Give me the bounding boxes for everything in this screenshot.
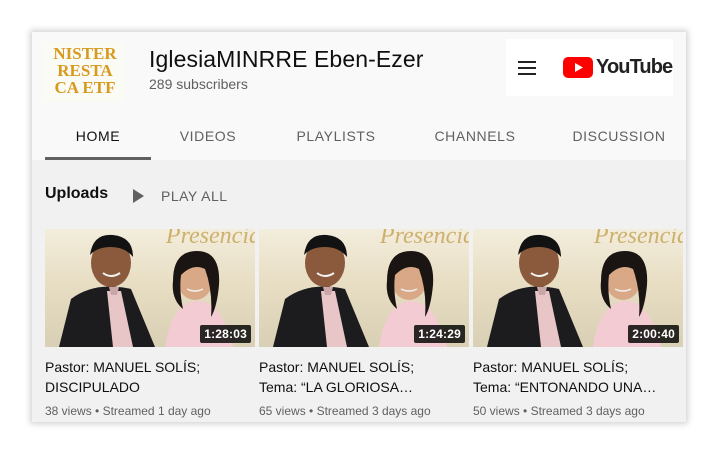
youtube-wordmark: YouTube bbox=[596, 56, 673, 78]
youtube-topbar: YouTube bbox=[506, 39, 673, 96]
meta-separator: • bbox=[95, 404, 100, 418]
video-shelf: Presencia 1:28:03 Pastor: MANUEL SOLÍS; … bbox=[45, 229, 686, 422]
video-title[interactable]: Pastor: MANUEL SOLÍS; DISCIPULADO bbox=[45, 357, 253, 397]
channel-tabs: HOME VIDEOS PLAYLISTS CHANNELS DISCUSSIO… bbox=[32, 116, 686, 160]
streamed-time: Streamed 3 days ago bbox=[530, 404, 645, 418]
video-title-line: Pastor: MANUEL SOLÍS; bbox=[259, 359, 415, 375]
meta-separator: • bbox=[523, 404, 528, 418]
subscriber-count: 289 subscribers bbox=[149, 76, 248, 92]
video-meta: 38 views • Streamed 1 day ago bbox=[45, 404, 255, 418]
channel-header: NISTER RESTA CA ETF IglesiaMINRRE Eben-E… bbox=[32, 32, 686, 160]
tab-videos[interactable]: VIDEOS bbox=[168, 116, 248, 160]
uploads-section: Uploads PLAY ALL Presencia 1:28:03 Pasto… bbox=[32, 160, 686, 422]
streamed-time: Streamed 1 day ago bbox=[102, 404, 211, 418]
video-title-line: Pastor: MANUEL SOLÍS; bbox=[473, 359, 629, 375]
tab-home[interactable]: HOME bbox=[45, 116, 151, 160]
tab-discussion[interactable]: DISCUSSION bbox=[566, 116, 672, 160]
video-title-line: Tema: “LA GLORIOSA… bbox=[259, 379, 414, 395]
video-meta: 65 views • Streamed 3 days ago bbox=[259, 404, 469, 418]
video-title-line: Tema: “ENTONANDO UNA… bbox=[473, 379, 657, 395]
channel-avatar[interactable]: NISTER RESTA CA ETF bbox=[45, 42, 125, 102]
video-thumbnail[interactable]: Presencia 1:24:29 bbox=[259, 229, 469, 347]
tab-playlists[interactable]: PLAYLISTS bbox=[284, 116, 388, 160]
video-thumbnail[interactable]: Presencia 1:28:03 bbox=[45, 229, 255, 347]
play-all-button[interactable]: PLAY ALL bbox=[133, 186, 228, 206]
channel-page: NISTER RESTA CA ETF IglesiaMINRRE Eben-E… bbox=[32, 32, 686, 422]
video-card[interactable]: Presencia 1:28:03 Pastor: MANUEL SOLÍS; … bbox=[45, 229, 255, 422]
video-duration: 2:00:40 bbox=[628, 325, 679, 343]
menu-bar bbox=[518, 73, 536, 75]
video-title[interactable]: Pastor: MANUEL SOLÍS; Tema: “LA GLORIOSA… bbox=[259, 357, 467, 397]
play-icon bbox=[133, 189, 144, 203]
youtube-play-icon bbox=[563, 56, 593, 78]
avatar-text-line: CA ETF bbox=[54, 78, 116, 97]
tab-channels[interactable]: CHANNELS bbox=[425, 116, 525, 160]
view-count: 38 views bbox=[45, 404, 92, 418]
video-title[interactable]: Pastor: MANUEL SOLÍS; Tema: “ENTONANDO U… bbox=[473, 357, 681, 397]
view-count: 50 views bbox=[473, 404, 520, 418]
avatar-text-line: NISTER bbox=[53, 44, 117, 63]
meta-separator: • bbox=[309, 404, 314, 418]
video-meta: 50 views • Streamed 3 days ago bbox=[473, 404, 683, 418]
avatar-text-line: RESTA bbox=[57, 61, 113, 80]
play-all-label: PLAY ALL bbox=[161, 188, 228, 204]
view-count: 65 views bbox=[259, 404, 306, 418]
video-duration: 1:28:03 bbox=[200, 325, 251, 343]
video-card[interactable]: Presencia 2:00:40 Pastor: MANUEL SOLÍS; … bbox=[473, 229, 683, 422]
video-duration: 1:24:29 bbox=[414, 325, 465, 343]
video-card[interactable]: Presencia 1:24:29 Pastor: MANUEL SOLÍS; … bbox=[259, 229, 469, 422]
channel-name: IglesiaMINRRE Eben-Ezer bbox=[149, 46, 424, 72]
menu-bar bbox=[518, 61, 536, 63]
youtube-logo[interactable]: YouTube bbox=[563, 54, 673, 80]
hamburger-menu-icon[interactable] bbox=[518, 60, 538, 76]
video-title-line: Pastor: MANUEL SOLÍS; bbox=[45, 359, 201, 375]
streamed-time: Streamed 3 days ago bbox=[316, 404, 431, 418]
video-thumbnail[interactable]: Presencia 2:00:40 bbox=[473, 229, 683, 347]
video-title-line: DISCIPULADO bbox=[45, 379, 140, 395]
menu-bar bbox=[518, 67, 536, 69]
uploads-title[interactable]: Uploads bbox=[45, 185, 108, 203]
